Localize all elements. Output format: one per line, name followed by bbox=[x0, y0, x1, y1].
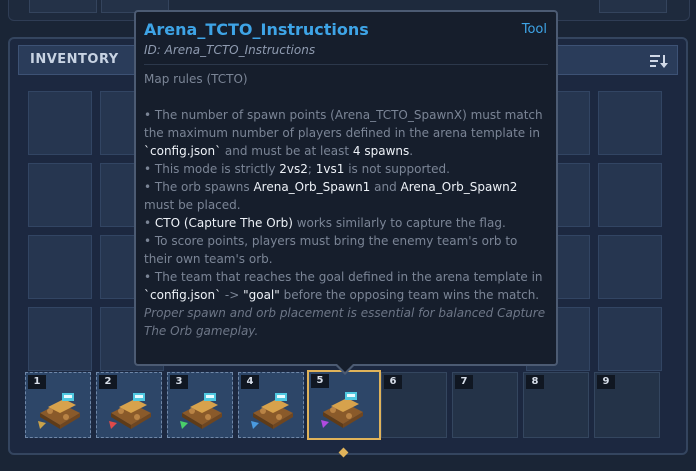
tooltip-id: ID: Arena_TCTO_Instructions bbox=[144, 43, 316, 57]
tooltip-divider bbox=[144, 64, 548, 65]
instruction-tool-icon bbox=[251, 393, 293, 429]
sort-icon[interactable] bbox=[649, 53, 669, 69]
rule-orb-spawns: • The orb spawns Arena_Orb_Spawn1 and Ar… bbox=[144, 180, 518, 212]
inventory-slot[interactable] bbox=[598, 163, 662, 227]
hotbar-slot-3[interactable]: 3 bbox=[167, 372, 233, 438]
item-tooltip: Arena_TCTO_Instructions Tool ID: Arena_T… bbox=[134, 10, 558, 366]
hotbar-slot-number: 6 bbox=[384, 375, 402, 389]
rule-goal: • The team that reaches the goal defined… bbox=[144, 270, 543, 302]
hotbar-slot-4[interactable]: 4 bbox=[238, 372, 304, 438]
hotbar-slot-8[interactable]: 8 bbox=[523, 372, 589, 438]
rule-scoring: • To score points, players must bring th… bbox=[144, 234, 518, 266]
inventory-slot[interactable] bbox=[598, 307, 662, 371]
tooltip-title: Arena_TCTO_Instructions bbox=[144, 20, 369, 39]
inventory-slot[interactable] bbox=[598, 91, 662, 155]
hotbar-slot-number: 9 bbox=[597, 375, 615, 389]
hotbar-slot-5[interactable]: 5 bbox=[307, 370, 381, 440]
rule-cto: • CTO (Capture The Orb) works similarly … bbox=[144, 216, 506, 230]
upper-slot[interactable] bbox=[29, 0, 97, 13]
tooltip-type-tag: Tool bbox=[521, 22, 547, 37]
tooltip-pointer-inner bbox=[336, 363, 354, 372]
rule-mode: • This mode is strictly 2vs2; 1vs1 is no… bbox=[144, 162, 450, 176]
inventory-slot[interactable] bbox=[598, 235, 662, 299]
hotbar-slot-6[interactable]: 6 bbox=[381, 372, 447, 438]
hotbar-slot-number: 8 bbox=[526, 375, 544, 389]
instruction-tool-icon bbox=[38, 393, 80, 429]
inventory-slot[interactable] bbox=[28, 91, 92, 155]
instruction-tool-icon bbox=[321, 392, 363, 428]
hotbar: 123456 7 8 9 bbox=[25, 370, 675, 442]
hotbar-slot-1[interactable]: 1 bbox=[25, 372, 91, 438]
instruction-tool-icon bbox=[109, 393, 151, 429]
hotbar-slot-7[interactable]: 7 bbox=[452, 372, 518, 438]
instruction-tool-icon bbox=[180, 393, 222, 429]
hotbar-slot-9[interactable]: 9 bbox=[594, 372, 660, 438]
tooltip-footer: Proper spawn and orb placement is essent… bbox=[144, 306, 546, 338]
hotbar-slot-number: 7 bbox=[455, 375, 473, 389]
inventory-slot[interactable] bbox=[28, 163, 92, 227]
rule-spawn-points: • The number of spawn points (Arena_TCTO… bbox=[144, 108, 543, 158]
tooltip-body: Map rules (TCTO) • The number of spawn p… bbox=[144, 70, 548, 340]
hotbar-slot-2[interactable]: 2 bbox=[96, 372, 162, 438]
inventory-title: INVENTORY bbox=[30, 52, 119, 67]
upper-slot[interactable] bbox=[599, 0, 667, 13]
inventory-slot[interactable] bbox=[28, 235, 92, 299]
inventory-slot[interactable] bbox=[28, 307, 92, 371]
tooltip-heading: Map rules (TCTO) bbox=[144, 72, 248, 86]
